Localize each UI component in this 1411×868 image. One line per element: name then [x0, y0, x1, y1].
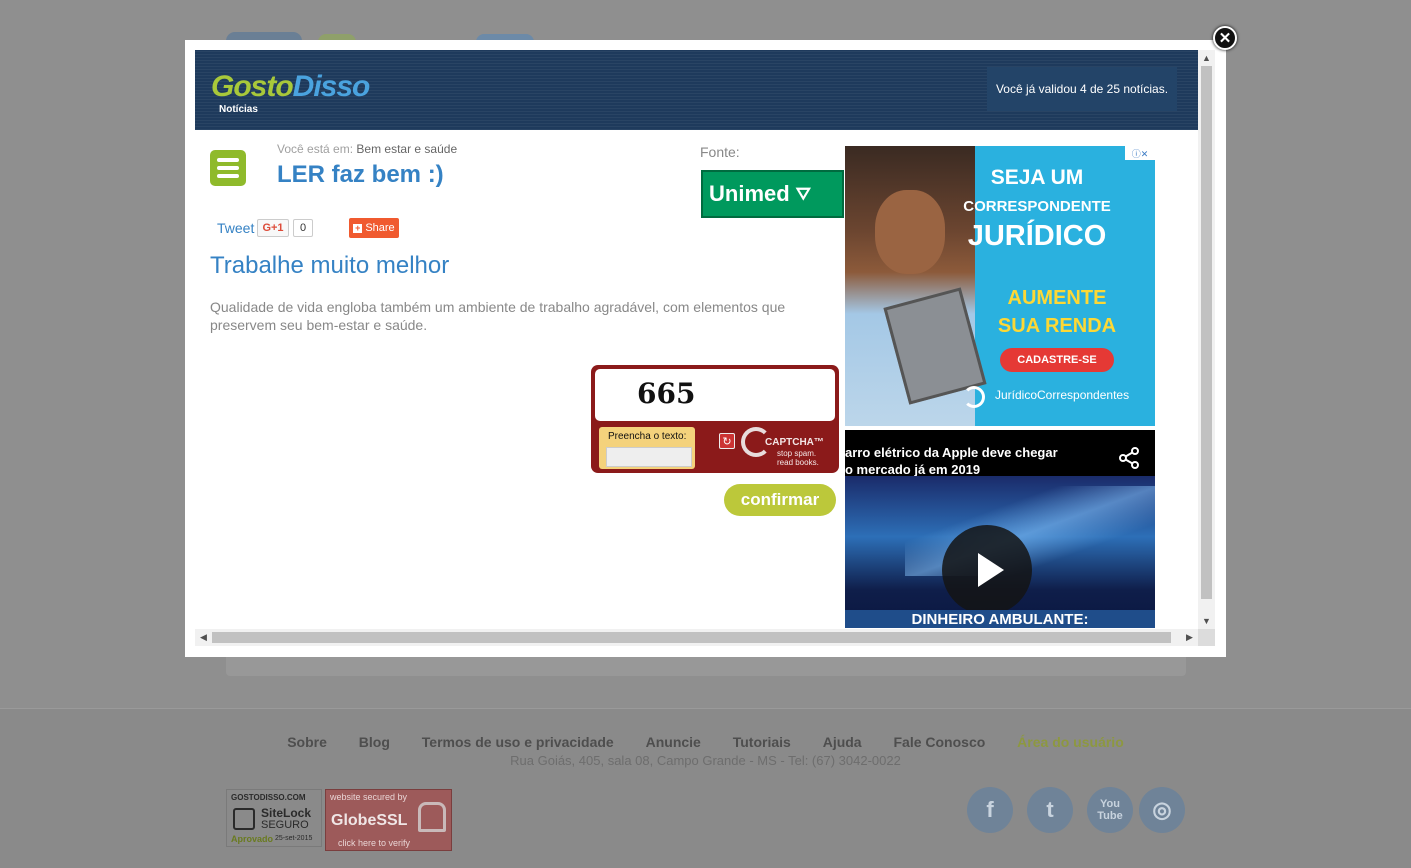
captcha-tagline-2: read books. — [777, 458, 819, 467]
ad-line-1: SEJA UM — [990, 166, 1084, 189]
horizontal-scrollbar[interactable]: ◀ ▶ — [195, 629, 1198, 646]
sitelock-approved: Aprovado — [231, 834, 274, 844]
breadcrumb-prefix: Você está em: — [277, 142, 354, 156]
tweet-button[interactable]: Tweet — [217, 220, 254, 236]
footer-link-anuncie[interactable]: Anuncie — [646, 734, 701, 750]
vertical-scroll-thumb[interactable] — [1201, 66, 1212, 599]
vertical-scrollbar[interactable]: ▲ ▼ — [1198, 50, 1215, 629]
ad-cta-button[interactable]: CADASTRE-SE — [1000, 348, 1114, 372]
horizontal-scroll-thumb[interactable] — [212, 632, 1171, 643]
ad-banner-juridico[interactable]: ⓘ✕ SEJA UM CORRESPONDENTE JURÍDICO AUMEN… — [845, 146, 1155, 426]
news-modal: GostoDisso Notícias Você já validou 4 de… — [185, 40, 1226, 657]
share-label: Share — [365, 222, 395, 234]
captcha-logo-text: CAPTCHA™ — [765, 437, 824, 448]
close-icon[interactable]: ✕ — [1213, 26, 1237, 50]
captcha-image: 665 — [595, 369, 835, 421]
share-button[interactable]: + Share — [349, 218, 399, 238]
instagram-icon[interactable]: ◎ — [1139, 787, 1185, 833]
footer-address: Rua Goiás, 405, sala 08, Campo Grande - … — [510, 753, 901, 768]
footer-link-sobre[interactable]: Sobre — [287, 734, 327, 750]
ad-line-2: CORRESPONDENTE — [963, 198, 1111, 215]
ad-line-4: AUMENTE SUA RENDA — [965, 284, 1149, 340]
youtube-icon[interactable]: You Tube — [1087, 787, 1133, 833]
scroll-left-icon[interactable]: ◀ — [195, 629, 212, 646]
video-headline-1: arro elétrico da Apple deve chegar — [845, 445, 1058, 460]
scroll-right-icon[interactable]: ▶ — [1181, 629, 1198, 646]
news-frame: GostoDisso Notícias Você já validou 4 de… — [195, 50, 1215, 646]
footer-link-user-area[interactable]: Área do usuário — [1017, 734, 1124, 750]
captcha-tagline-1: stop spam. — [777, 449, 817, 458]
ad-person-face — [875, 190, 945, 274]
sitelock-badge[interactable]: GOSTODISSO.COM SiteLock SEGURO Aprovado … — [226, 789, 322, 847]
video-banner: DINHEIRO AMBULANTE: — [845, 610, 1155, 628]
twitter-icon[interactable]: t — [1027, 787, 1073, 833]
video-headline: arro elétrico da Apple deve chegar o mer… — [845, 444, 1105, 478]
validated-counter: Você já validou 4 de 25 notícias. — [987, 67, 1177, 111]
captcha-widget: 665 Preencha o texto: ↻ CAPTCHA™ stop sp… — [591, 365, 839, 473]
video-thumbnail: DINHEIRO AMBULANTE: — [845, 476, 1155, 628]
facebook-icon[interactable]: f — [967, 787, 1013, 833]
captcha-logo: CAPTCHA™ stop spam. read books. — [739, 425, 835, 469]
footer-link-blog[interactable]: Blog — [359, 734, 390, 750]
ad-brand-text: JurídicoCorrespondentes — [995, 388, 1130, 402]
source-logo-text: Unimed — [709, 181, 790, 206]
footer: Sobre Blog Termos de uso e privacidade A… — [0, 708, 1411, 868]
ad-line-3: JURÍDICO — [967, 220, 1107, 252]
breadcrumb: Você está em: Bem estar e saúde — [277, 142, 457, 156]
lock-icon — [233, 808, 255, 830]
captcha-label: Preencha o texto: — [608, 431, 687, 442]
footer-links: Sobre Blog Termos de uso e privacidade A… — [0, 734, 1411, 750]
captcha-code: 665 — [637, 377, 696, 410]
ssl-brand: GlobeSSL — [331, 812, 408, 829]
footer-link-ajuda[interactable]: Ajuda — [823, 734, 862, 750]
plus-icon: + — [353, 222, 363, 233]
menu-button[interactable] — [210, 150, 246, 186]
breadcrumb-category[interactable]: Bem estar e saúde — [356, 142, 457, 156]
play-icon[interactable] — [942, 525, 1032, 615]
captcha-tagline: stop spam. read books. — [777, 449, 819, 467]
ad-line-4a: AUMENTE — [1007, 287, 1107, 309]
ssl-verify-text: click here to verify — [338, 838, 411, 848]
confirm-button[interactable]: confirmar — [724, 484, 836, 516]
captcha-input[interactable] — [606, 447, 692, 467]
adchoices-icon[interactable]: ⓘ✕ — [1125, 146, 1155, 160]
ad-line-4b: SUA RENDA — [997, 315, 1117, 337]
article-title: LER faz bem :) — [277, 161, 444, 188]
sitelock-brand: SiteLock — [261, 806, 312, 820]
sitelock-date: 25-set-2015 — [275, 835, 313, 842]
site-header: GostoDisso Notícias Você já validou 4 de… — [195, 50, 1198, 130]
logo-part-1: Gosto — [211, 70, 294, 103]
logo-part-2: Disso — [292, 70, 371, 103]
refresh-icon[interactable]: ↻ — [719, 433, 735, 449]
unimed-symbol-icon: ⛛ — [795, 183, 811, 204]
site-logo[interactable]: GostoDisso — [211, 70, 371, 104]
scroll-up-icon[interactable]: ▲ — [1198, 50, 1215, 66]
gplus-button[interactable]: G+1 — [257, 219, 289, 237]
ssl-top-text: website secured by — [330, 792, 408, 802]
padlock-icon — [418, 802, 446, 832]
source-logo[interactable]: Unimed ⛛ — [701, 170, 844, 218]
scroll-down-icon[interactable]: ▼ — [1198, 613, 1215, 629]
footer-link-terms[interactable]: Termos de uso e privacidade — [422, 734, 614, 750]
scrollbar-corner — [1198, 629, 1215, 646]
sitelock-site: GOSTODISSO.COM — [231, 793, 306, 802]
gplus-count: 0 — [293, 219, 313, 237]
ad-brand: JurídicoCorrespondentes — [963, 388, 1129, 402]
article-description: Qualidade de vida engloba também um ambi… — [210, 299, 786, 333]
source-label: Fonte: — [700, 144, 740, 160]
footer-link-contact[interactable]: Fale Conosco — [893, 734, 985, 750]
share-icon[interactable] — [1117, 446, 1141, 470]
sitelock-status: SEGURO — [261, 819, 309, 831]
logo-subtitle: Notícias — [219, 104, 258, 115]
hamburger-icon — [217, 158, 239, 162]
captcha-answer-box: Preencha o texto: — [599, 427, 695, 469]
video-ad[interactable]: arro elétrico da Apple deve chegar o mer… — [845, 430, 1155, 628]
globessl-badge[interactable]: website secured by GlobeSSL click here t… — [325, 789, 452, 851]
footer-link-tutoriais[interactable]: Tutoriais — [733, 734, 791, 750]
article-subtitle: Trabalhe muito melhor — [210, 252, 450, 279]
